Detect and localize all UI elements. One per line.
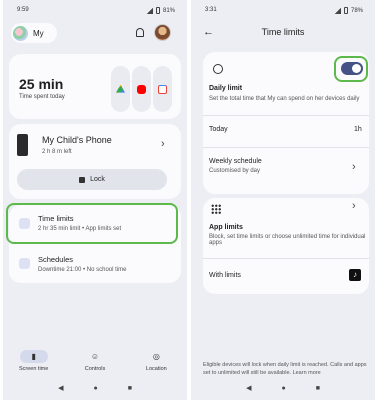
nav-label: Location	[145, 366, 167, 372]
today-limit-value[interactable]: 1h	[354, 126, 362, 133]
chevron-right-icon[interactable]: ›	[352, 200, 356, 212]
time-spent-value: 25 min	[19, 76, 64, 92]
weekly-schedule-subtitle: Customised by day	[209, 168, 261, 174]
nav-screen-time[interactable]: ▮ Screen time	[9, 350, 59, 378]
footnote: Eligible devices will lock when daily li…	[203, 362, 367, 376]
battery-icon	[155, 7, 160, 14]
gmail-icon	[158, 84, 167, 94]
schedules-subtitle: Downtime 21:00 • No school time	[38, 267, 127, 273]
chevron-right-icon: ›	[161, 138, 165, 150]
lock-button[interactable]: Lock	[17, 169, 167, 190]
system-navigation-bar: ◀ ● ■	[191, 382, 375, 394]
controls-icon: ☺	[90, 352, 100, 361]
app-usage-pill[interactable]	[153, 66, 172, 112]
time-spent-label: Time spent today	[19, 94, 65, 100]
youtube-icon	[137, 84, 146, 94]
screen-time-summary-card[interactable]: 25 min Time spent today	[9, 54, 181, 119]
highlight-box	[334, 56, 368, 82]
phone-icon	[17, 134, 28, 156]
schedules-title: Schedules	[38, 255, 74, 264]
weekly-schedule-title: Weekly schedule	[209, 158, 262, 165]
status-time: 3:31	[205, 7, 217, 13]
page-title: Time limits	[261, 27, 305, 37]
battery-level: 78%	[350, 7, 363, 14]
weekly-schedule-row[interactable]: Weekly schedule Customised by day	[209, 158, 262, 174]
avatar	[13, 25, 28, 41]
nav-label: Controls	[84, 366, 106, 372]
calendar-icon	[19, 258, 30, 269]
hourglass-icon	[19, 218, 30, 229]
screen-time-screen: 9:59 81% My 25 min Time spent today My C…	[3, 0, 187, 400]
device-time-left: 2 h 8 m left	[42, 149, 72, 155]
notification-bell-icon[interactable]	[136, 28, 144, 37]
app-limits-card	[203, 198, 369, 294]
signal-icon	[146, 7, 153, 14]
recents-icon[interactable]: ■	[128, 385, 132, 392]
profile-name: My	[33, 28, 44, 38]
time-limits-subtitle: 2 hr 35 min limit • App limits set	[38, 226, 122, 232]
system-navigation-bar: ◀ ● ■	[3, 382, 187, 394]
app-limits-description: Block, set time limits or choose unlimit…	[209, 234, 366, 246]
location-icon: ◎	[152, 352, 160, 361]
lock-label: Lock	[90, 176, 105, 183]
timer-icon	[213, 64, 223, 74]
nav-location[interactable]: ◎ Location	[131, 350, 181, 378]
battery-level: 81%	[162, 7, 175, 14]
status-bar: 9:59 81%	[3, 6, 187, 16]
with-limits-label[interactable]: With limits	[209, 272, 241, 279]
lock-icon	[79, 176, 86, 183]
battery-icon	[343, 7, 348, 14]
time-limits-title: Time limits	[38, 214, 74, 223]
recents-icon[interactable]: ■	[316, 385, 320, 392]
drive-icon	[116, 84, 125, 93]
nav-label: Screen time	[18, 366, 49, 372]
apps-grid-icon	[211, 204, 221, 214]
app-usage-pill[interactable]	[132, 66, 151, 112]
app-usage-pill[interactable]	[111, 66, 130, 112]
divider	[203, 258, 369, 259]
status-time: 9:59	[17, 7, 29, 13]
device-name: My Child's Phone	[42, 135, 112, 145]
signal-icon	[334, 7, 341, 14]
time-limits-row[interactable]: Time limits 2 hr 35 min limit • App limi…	[38, 214, 121, 232]
back-icon[interactable]: ◀	[246, 384, 251, 392]
divider	[203, 147, 369, 148]
chevron-right-icon: ›	[352, 161, 356, 173]
account-avatar[interactable]	[154, 24, 171, 41]
bottom-navigation: ▮ Screen time ☺ Controls ◎ Location	[3, 350, 187, 378]
home-icon[interactable]: ●	[281, 385, 285, 392]
status-bar: 3:31 78%	[191, 6, 375, 16]
today-label[interactable]: Today	[209, 126, 228, 133]
profile-switcher[interactable]: My	[11, 23, 57, 43]
schedules-row[interactable]: Schedules Downtime 21:00 • No school tim…	[38, 255, 126, 273]
tiktok-icon: ♪	[349, 269, 361, 281]
bar-chart-icon: ▮	[31, 352, 36, 361]
daily-limit-description: Set the total time that My can spend on …	[209, 96, 360, 102]
home-icon[interactable]: ●	[93, 385, 97, 392]
divider	[203, 115, 369, 116]
daily-limit-title: Daily limit	[209, 85, 243, 92]
nav-controls[interactable]: ☺ Controls	[70, 350, 120, 378]
time-limits-screen: 3:31 78% ← Time limits Daily limit Set t…	[191, 0, 375, 400]
back-icon[interactable]: ◀	[58, 384, 63, 392]
app-limits-title[interactable]: App limits	[209, 224, 243, 231]
